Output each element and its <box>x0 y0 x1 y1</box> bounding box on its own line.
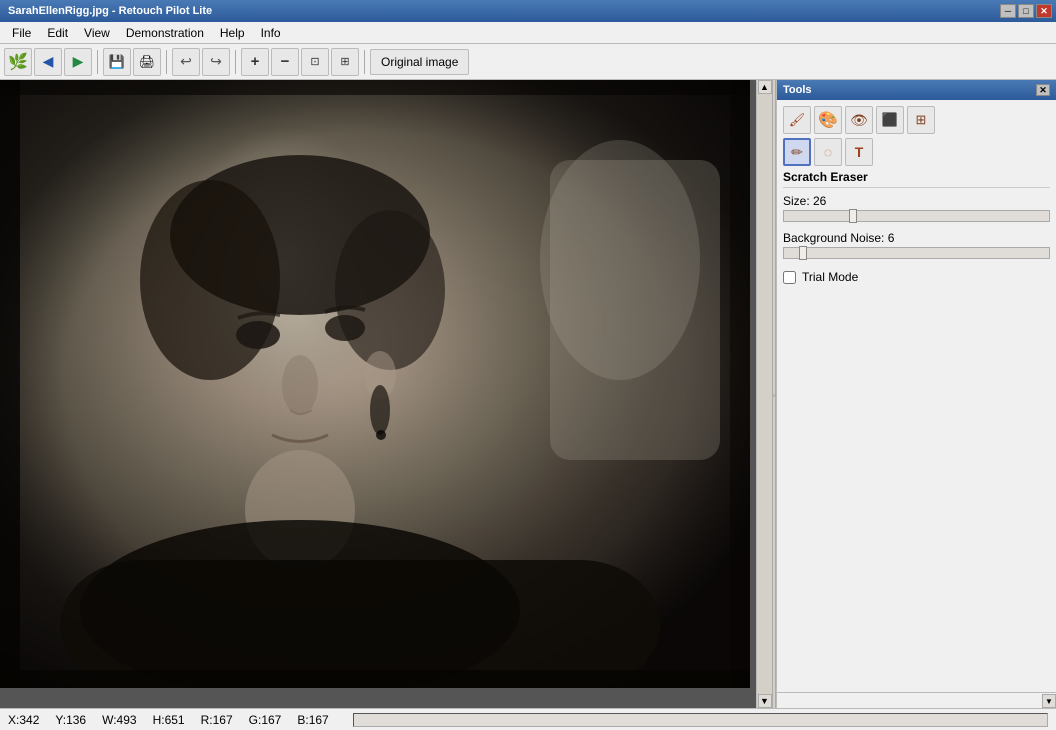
y-label: Y: <box>55 713 66 727</box>
h-label: H: <box>153 713 165 727</box>
h-val: 651 <box>165 713 185 727</box>
tools-scroll-bottom: ▼ <box>777 692 1056 708</box>
size-slider-container <box>783 210 1050 225</box>
window-controls: ─ □ ✕ <box>1000 4 1052 18</box>
tools-content: 🖌 🎨 👁 ⬛ ⊞ ✏ ◌ T Scratch Eraser Size: 26 … <box>777 100 1056 692</box>
window-title: SarahEllenRigg.jpg - Retouch Pilot Lite <box>4 5 212 17</box>
w-label: W: <box>102 713 116 727</box>
x-value: 342 <box>19 713 39 727</box>
tool-row-1: 🖌 🎨 👁 ⬛ ⊞ <box>783 106 1050 134</box>
r-value: R:167 <box>201 713 233 727</box>
color-replace-tool[interactable]: 🎨 <box>814 106 842 134</box>
blur-tool[interactable]: ◌ <box>814 138 842 166</box>
scroll-up-arrow[interactable]: ▲ <box>758 80 772 94</box>
menu-demonstration[interactable]: Demonstration <box>118 24 212 42</box>
brush-tool[interactable]: 🖌 <box>783 106 811 134</box>
sep-2 <box>166 50 167 74</box>
text-tool[interactable]: T <box>845 138 873 166</box>
w-value: W:493 <box>102 713 136 727</box>
h-value: H:651 <box>153 713 185 727</box>
bg-noise-slider-container <box>783 247 1050 262</box>
photo-canvas <box>0 80 750 688</box>
bg-noise-label: Background Noise: 6 <box>783 231 1050 245</box>
patch-tool[interactable]: ⬛ <box>876 106 904 134</box>
toolbar: 🌿 ◀ ▶ 💾 🖨 ↩ ↪ + − ⊡ ⊞ Original image <box>0 44 1056 80</box>
menu-info[interactable]: Info <box>253 24 289 42</box>
divider-grip: ··· <box>770 393 779 395</box>
size-label: Size: 26 <box>783 194 1050 208</box>
zoom-out-button[interactable]: − <box>271 48 299 76</box>
sep-1 <box>97 50 98 74</box>
minimize-button[interactable]: ─ <box>1000 4 1016 18</box>
trial-mode-checkbox[interactable] <box>783 271 796 284</box>
sep-3 <box>235 50 236 74</box>
y-coord: Y:136 <box>55 713 86 727</box>
photo-svg <box>0 80 750 688</box>
save-button[interactable]: 💾 <box>103 48 131 76</box>
g-label: G: <box>249 713 262 727</box>
g-val: 167 <box>261 713 281 727</box>
zoom-fit-button[interactable]: ⊡ <box>301 48 329 76</box>
menu-file[interactable]: File <box>4 24 39 42</box>
scratch-eraser-tool[interactable]: ✏ <box>783 138 811 166</box>
tools-title: Tools <box>783 84 812 96</box>
tools-panel: Tools ✕ 🖌 🎨 👁 ⬛ ⊞ ✏ ◌ T Scratch Eraser S… <box>776 80 1056 708</box>
undo-button[interactable]: ↩ <box>172 48 200 76</box>
size-slider[interactable] <box>783 210 1050 222</box>
y-value: 136 <box>66 713 86 727</box>
r-val: 167 <box>213 713 233 727</box>
w-val: 493 <box>117 713 137 727</box>
redo-button[interactable]: ↪ <box>202 48 230 76</box>
menu-bar: File Edit View Demonstration Help Info <box>0 22 1056 44</box>
r-label: R: <box>201 713 213 727</box>
tool-section-title: Scratch Eraser <box>783 170 1050 188</box>
tools-header: Tools ✕ <box>777 80 1056 100</box>
new-button[interactable]: 🌿 <box>4 48 32 76</box>
b-val: 167 <box>309 713 329 727</box>
title-bar: SarahEllenRigg.jpg - Retouch Pilot Lite … <box>0 0 1056 22</box>
tools-close-button[interactable]: ✕ <box>1036 84 1050 96</box>
b-label: B: <box>297 713 308 727</box>
forward-button[interactable]: ▶ <box>64 48 92 76</box>
print-button[interactable]: 🖨 <box>133 48 161 76</box>
menu-help[interactable]: Help <box>212 24 253 42</box>
progress-bar <box>353 713 1048 727</box>
trial-mode-row: Trial Mode <box>783 270 1050 284</box>
b-value: B:167 <box>297 713 328 727</box>
close-button[interactable]: ✕ <box>1036 4 1052 18</box>
clone-tool[interactable]: 👁 <box>845 106 873 134</box>
menu-edit[interactable]: Edit <box>39 24 76 42</box>
status-bar: X:342 Y:136 W:493 H:651 R:167 G:167 B:16… <box>0 708 1056 730</box>
original-image-button[interactable]: Original image <box>370 49 469 75</box>
x-label: X: <box>8 713 19 727</box>
scroll-down-arrow[interactable]: ▼ <box>758 694 772 708</box>
bg-noise-slider[interactable] <box>783 247 1050 259</box>
g-value: G:167 <box>249 713 282 727</box>
zoom-actual-button[interactable]: ⊞ <box>331 48 359 76</box>
tool-row-2: ✏ ◌ T <box>783 138 1050 166</box>
menu-view[interactable]: View <box>76 24 118 42</box>
canvas-area[interactable] <box>0 80 756 708</box>
grid-tool[interactable]: ⊞ <box>907 106 935 134</box>
restore-button[interactable]: □ <box>1018 4 1034 18</box>
tools-scroll-down[interactable]: ▼ <box>1042 694 1056 708</box>
main-area: ▲ ▼ ··· Tools ✕ 🖌 🎨 👁 ⬛ ⊞ ✏ ◌ T <box>0 80 1056 708</box>
x-coord: X:342 <box>8 713 39 727</box>
trial-mode-label: Trial Mode <box>802 270 858 284</box>
back-button[interactable]: ◀ <box>34 48 62 76</box>
zoom-in-button[interactable]: + <box>241 48 269 76</box>
sep-4 <box>364 50 365 74</box>
